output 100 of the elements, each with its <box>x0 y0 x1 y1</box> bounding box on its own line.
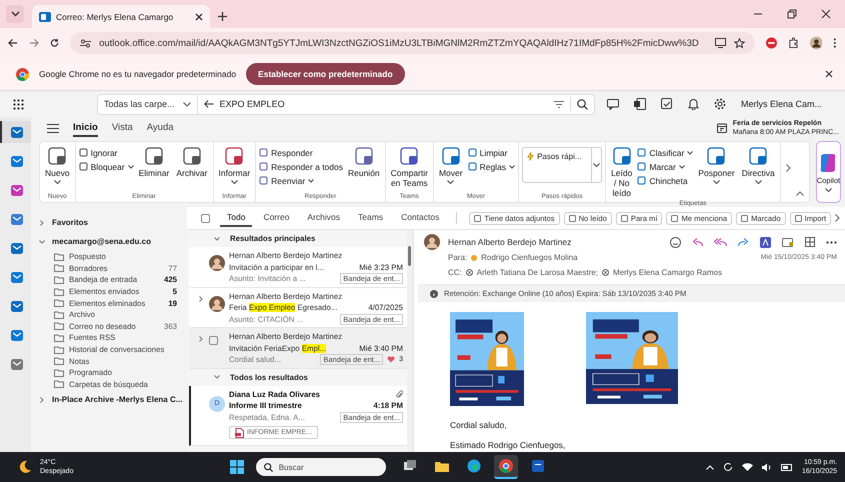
filter-tab[interactable]: Correo <box>256 209 296 227</box>
ribbon-button[interactable]: Clasificar <box>637 146 694 159</box>
ribbon-button[interactable]: Marcar <box>637 160 694 173</box>
ribbon-button[interactable]: Informar <box>216 144 252 186</box>
ribbon-button[interactable]: Reenviar <box>259 174 343 187</box>
body-text: Estimado Rodrigo Cienfuegos, <box>450 440 566 450</box>
scrollbar[interactable] <box>407 230 413 452</box>
ribbon-tab[interactable]: Vista <box>112 119 133 137</box>
chevron-down-icon <box>687 150 694 154</box>
stop-sign-icon[interactable] <box>766 37 777 49</box>
forward-icon[interactable] <box>738 238 749 246</box>
tab-list-button[interactable] <box>6 5 24 23</box>
sync-icon[interactable] <box>722 462 733 472</box>
folder-group[interactable]: In-Place Archive -Merlys Elena C... <box>39 390 187 410</box>
back-arrow-icon[interactable] <box>204 100 214 108</box>
ribbon-button[interactable]: Reunión <box>346 144 382 180</box>
reply-icon[interactable] <box>692 238 703 246</box>
filter-tab[interactable]: Todo <box>220 209 252 227</box>
app-nav-item[interactable] <box>0 121 31 143</box>
ribbon-button[interactable]: Nuevo <box>43 144 72 186</box>
ribbon-button[interactable]: Bloquear <box>78 160 134 173</box>
ribbon-button[interactable]: Leído / No leído <box>609 144 634 200</box>
chevron-right-icon[interactable] <box>835 214 840 222</box>
battery-icon[interactable] <box>780 464 793 470</box>
wifi-icon[interactable] <box>742 463 753 471</box>
grid-icon[interactable] <box>805 237 815 247</box>
search-field[interactable]: Todas las carpe... EXPO EMPLEO <box>97 94 595 114</box>
recipient[interactable]: Rodrigo Cienfuegos Molina <box>481 253 578 262</box>
settings-icon[interactable] <box>714 98 726 110</box>
ribbon-button[interactable]: Posponer <box>696 144 737 186</box>
note-icon[interactable] <box>661 98 673 110</box>
new-tab-icon[interactable] <box>218 12 227 21</box>
folder-group[interactable]: mecamargo@sena.edu.co <box>39 232 187 251</box>
folder-icon <box>434 459 449 473</box>
smiley-icon[interactable] <box>670 236 681 248</box>
chevron-right-icon[interactable] <box>199 336 203 342</box>
app-launcher-icon[interactable] <box>13 98 24 110</box>
more-icon[interactable] <box>833 37 837 49</box>
puzzle-icon[interactable] <box>788 37 799 49</box>
restore-icon[interactable] <box>787 9 797 19</box>
chat-icon[interactable] <box>607 98 619 110</box>
select-all-checkbox[interactable] <box>201 214 210 222</box>
to-label: Para: <box>448 253 468 262</box>
ribbon-button[interactable]: Ignorar <box>78 146 134 159</box>
user-name[interactable]: Merlys Elena Cam... <box>741 99 822 109</box>
folder-group[interactable]: Favoritos <box>39 213 187 232</box>
chrome-icon <box>16 68 29 80</box>
ribbon-tab[interactable]: Ayuda <box>146 119 174 137</box>
bell-icon[interactable] <box>688 98 699 110</box>
ribbon-button[interactable]: Reglas <box>468 160 516 173</box>
ribbon-button[interactable]: Compartir en Teams <box>388 144 430 190</box>
presence-icon <box>471 254 478 260</box>
message-checkbox[interactable] <box>209 336 218 345</box>
site-settings-icon[interactable] <box>80 38 92 48</box>
square-icon <box>637 176 646 185</box>
close-icon[interactable] <box>821 9 831 19</box>
browser-tab[interactable]: Correo: Merlys Elena Camargo <box>32 5 210 28</box>
filter-icon[interactable] <box>554 100 564 108</box>
scope-dropdown[interactable]: Todas las carpe... <box>98 94 198 114</box>
chevron-right-icon[interactable] <box>199 296 203 302</box>
windows-icon[interactable] <box>230 460 244 474</box>
close-icon[interactable] <box>195 12 203 20</box>
avatar[interactable] <box>810 36 822 50</box>
ribbon-button[interactable]: Chincheta <box>637 174 694 187</box>
ribbon-button[interactable]: Responder <box>259 146 343 159</box>
taskbar-search[interactable]: Buscar <box>256 458 386 476</box>
recipient[interactable]: Arleth Tatiana De Larosa Maestre; <box>476 268 598 277</box>
more-icon[interactable] <box>826 240 837 244</box>
square-icon <box>224 146 244 166</box>
reload-icon[interactable] <box>50 38 60 48</box>
ribbon-button[interactable]: Responder a todos <box>259 160 343 173</box>
address-bar[interactable]: outlook.office.com/mail/id/AAQkAGM3NTg5YTJmLWI3NzctNGZiOS1iMzU3LTBiMGNlM2RmZTZmYQAQAldIHz71IMdFp85H%2FmicDww%3D <box>70 32 755 54</box>
chevron-right-icon[interactable] <box>786 164 791 172</box>
back-icon[interactable] <box>8 38 18 48</box>
menu-icon[interactable] <box>47 124 59 132</box>
ribbon-button[interactable]: Mover <box>436 144 465 186</box>
filter-tab[interactable]: Contactos <box>394 209 446 227</box>
search-icon[interactable] <box>577 98 588 110</box>
paperclip-icon <box>396 390 403 399</box>
recipient[interactable]: Merlys Elena Camargo Ramos <box>613 268 722 277</box>
filter-tab[interactable]: Archivos <box>300 209 348 227</box>
speaker-icon[interactable] <box>762 462 772 472</box>
close-icon[interactable] <box>825 70 833 78</box>
square-icon <box>259 176 268 185</box>
taskbar-app[interactable] <box>494 455 518 479</box>
ribbon-button[interactable]: Eliminar <box>136 144 172 180</box>
ribbon-button[interactable]: Archivar <box>174 144 210 180</box>
chevron-right-icon <box>39 220 45 226</box>
install-icon[interactable] <box>714 38 726 48</box>
reply-all-icon[interactable] <box>714 238 727 246</box>
ribbon-tab[interactable]: Inicio <box>73 119 98 137</box>
filter-tab[interactable]: Teams <box>351 209 390 227</box>
quick-step[interactable]: Pasos rápi... <box>523 148 592 165</box>
set-default-button[interactable]: Establecer como predeterminado <box>246 63 405 85</box>
star-icon[interactable] <box>734 38 745 48</box>
ribbon-button[interactable]: Limpiar <box>468 146 516 159</box>
gallery-dropdown[interactable] <box>591 148 602 182</box>
heart-icon <box>387 356 396 364</box>
ribbon-button[interactable]: Directiva <box>740 144 777 186</box>
forward-icon[interactable] <box>29 38 39 48</box>
